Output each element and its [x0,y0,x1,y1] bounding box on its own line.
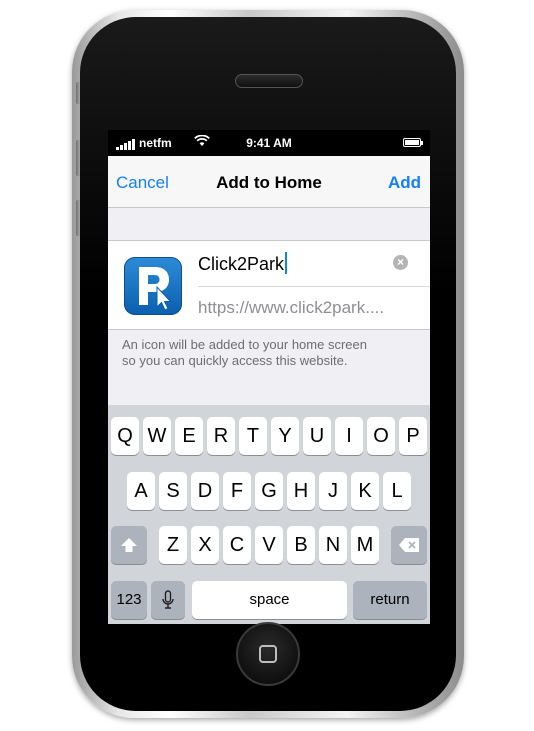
key-i[interactable]: I [335,417,363,455]
nav-bar: Cancel Add to Home Add [108,156,430,208]
key-s[interactable]: S [159,472,187,510]
bookmark-form: Click2Park × https://www.click2park.... [108,240,430,330]
clear-icon[interactable]: × [393,255,408,270]
key-l[interactable]: L [383,472,411,510]
helper-line-2: so you can quickly access this website. [122,353,348,368]
key-o[interactable]: O [367,417,395,455]
key-x[interactable]: X [191,526,219,564]
backspace-icon [398,534,420,556]
home-button[interactable] [236,622,300,686]
key-d[interactable]: D [191,472,219,510]
key-v[interactable]: V [255,526,283,564]
key-p[interactable]: P [399,417,427,455]
screen: netfm 9:41 AM Cancel Add to Home Add Cli… [108,130,430,624]
earpiece-speaker [235,74,303,88]
key-w[interactable]: W [143,417,171,455]
key-z[interactable]: Z [159,526,187,564]
dictation-key[interactable] [151,581,185,619]
key-y[interactable]: Y [271,417,299,455]
add-button[interactable]: Add [388,173,421,193]
key-e[interactable]: E [175,417,203,455]
space-key[interactable]: space [192,581,347,619]
key-u[interactable]: U [303,417,331,455]
status-time: 9:41 AM [246,136,292,150]
key-g[interactable]: G [255,472,283,510]
keyboard: Q W E R T Y U I O P A S D F G H J K L Z … [108,405,430,624]
helper-text: An icon will be added to your home scree… [122,337,422,369]
url-field: https://www.click2park.... [198,298,385,317]
key-r[interactable]: R [207,417,235,455]
key-c[interactable]: C [223,526,251,564]
key-a[interactable]: A [127,472,155,510]
page-title: Add to Home [216,173,322,192]
battery-icon [403,138,421,147]
helper-line-1: An icon will be added to your home scree… [122,337,367,352]
app-icon [124,257,182,315]
name-value: Click2Park [198,254,285,274]
key-h[interactable]: H [287,472,315,510]
key-q[interactable]: Q [111,417,139,455]
shift-icon [120,534,138,556]
key-n[interactable]: N [319,526,347,564]
key-t[interactable]: T [239,417,267,455]
battery-tip [421,141,423,145]
return-key[interactable]: return [353,581,427,619]
shift-key[interactable] [111,526,147,564]
text-caret [285,252,288,274]
numbers-key[interactable]: 123 [111,581,147,619]
microphone-icon [162,589,174,611]
key-f[interactable]: F [223,472,251,510]
key-k[interactable]: K [351,472,379,510]
key-m[interactable]: M [351,526,379,564]
key-j[interactable]: J [319,472,347,510]
backspace-key[interactable] [391,526,427,564]
key-b[interactable]: B [287,526,315,564]
name-input[interactable]: Click2Park [198,252,288,275]
home-button-icon [259,645,277,663]
status-bar: netfm 9:41 AM [108,130,430,156]
field-divider [198,286,430,287]
